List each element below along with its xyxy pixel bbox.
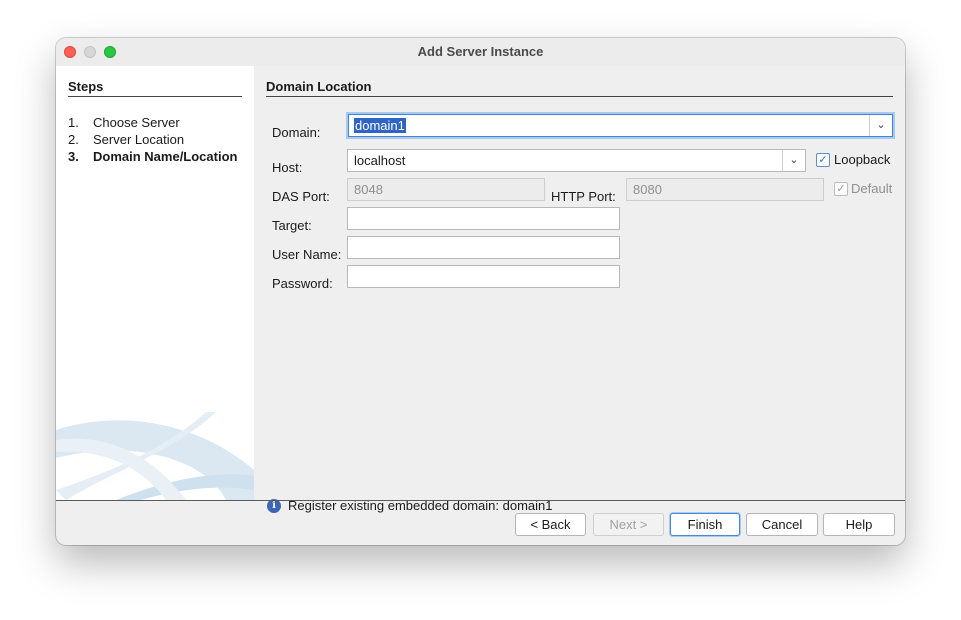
decorative-swoosh-graphic	[56, 412, 254, 500]
steps-panel: Steps 1. Choose Server 2. Server Location …	[56, 66, 254, 500]
chevron-down-icon[interactable]: ⌄	[869, 115, 892, 136]
domain-value: domain1	[354, 118, 406, 133]
target-label: Target:	[272, 218, 312, 233]
target-input[interactable]	[347, 207, 620, 230]
host-combobox[interactable]: localhost ⌄	[347, 149, 806, 172]
next-button: Next >	[593, 513, 664, 536]
http-port-label: HTTP Port:	[551, 189, 616, 204]
help-button[interactable]: Help	[823, 513, 895, 536]
domain-combobox[interactable]: domain1 ⌄	[348, 114, 893, 137]
finish-button[interactable]: Finish	[670, 513, 740, 536]
host-label: Host:	[272, 160, 303, 175]
das-port-label: DAS Port:	[272, 189, 330, 204]
http-port-field: 8080	[626, 178, 824, 201]
chevron-down-icon[interactable]: ⌄	[782, 150, 805, 171]
password-label: Password:	[272, 276, 333, 291]
step-choose-server: 1. Choose Server	[68, 115, 254, 130]
step-label: Domain Name/Location	[93, 149, 238, 164]
footer-divider	[56, 500, 905, 501]
default-label: Default	[851, 181, 893, 196]
panel-heading: Domain Location	[266, 79, 893, 97]
loopback-label[interactable]: Loopback	[834, 152, 890, 167]
domain-label: Domain:	[272, 125, 321, 140]
password-input[interactable]	[347, 265, 620, 288]
step-server-location: 2. Server Location	[68, 132, 254, 147]
back-button[interactable]: < Back	[515, 513, 586, 536]
cancel-button[interactable]: Cancel	[746, 513, 818, 536]
steps-heading: Steps	[68, 79, 242, 97]
user-name-input[interactable]	[347, 236, 620, 259]
add-server-instance-dialog: Add Server Instance Steps 1. Choose Serve…	[56, 38, 905, 545]
step-domain-name-location: 3. Domain Name/Location	[68, 149, 254, 164]
user-name-label: User Name:	[272, 247, 342, 262]
checkmark-icon: ✓	[818, 154, 828, 166]
checkmark-icon: ✓	[836, 183, 846, 195]
info-icon: i	[267, 499, 281, 513]
step-number: 1.	[68, 115, 79, 130]
step-label: Server Location	[93, 132, 185, 147]
step-label: Choose Server	[93, 115, 180, 130]
window-title: Add Server Instance	[417, 44, 544, 59]
domain-location-panel: Domain Location Domain: domain1 ⌄ Host: …	[254, 66, 905, 513]
title-bar: Add Server Instance	[56, 38, 905, 66]
step-number: 2.	[68, 132, 79, 147]
default-checkbox: ✓	[834, 182, 848, 196]
step-number: 3.	[68, 149, 79, 164]
host-value: localhost	[354, 153, 406, 168]
das-port-field: 8048	[347, 178, 545, 201]
loopback-checkbox[interactable]: ✓	[816, 153, 830, 167]
